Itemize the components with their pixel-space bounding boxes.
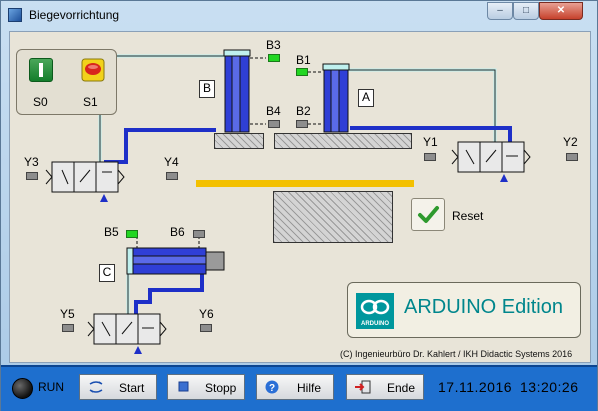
help-button[interactable]: ? Hilfe xyxy=(256,374,334,400)
valve-y4-label: Y4 xyxy=(164,155,179,169)
date-display: 17.11.2016 xyxy=(438,379,513,395)
reset-label: Reset xyxy=(452,209,484,223)
cylinder-a xyxy=(322,63,350,133)
window-title: Biegevorrichtung xyxy=(29,8,120,22)
valve-y6-label: Y6 xyxy=(199,307,214,321)
support-block-left xyxy=(214,133,264,149)
s0-switch-button[interactable] xyxy=(29,58,53,82)
end-button[interactable]: Ende xyxy=(346,374,424,400)
help-label: Hilfe xyxy=(297,381,322,395)
stop-button[interactable]: Stopp xyxy=(167,374,245,400)
s1-label: S1 xyxy=(83,95,98,109)
switch-panel: S0 S1 xyxy=(16,49,117,115)
svg-text:?: ? xyxy=(269,383,275,394)
sensor-b4-label: B4 xyxy=(266,104,281,118)
valve-y4-indicator xyxy=(166,172,178,180)
valve-y3-label: Y3 xyxy=(24,155,39,169)
run-label: RUN xyxy=(38,380,64,394)
cylinder-b xyxy=(223,49,251,133)
sensor-b6-label: B6 xyxy=(170,225,185,239)
s1-emergency-button[interactable] xyxy=(81,58,105,82)
app-window: Biegevorrichtung – □ ✕ S0 S1 B A C B3 B1… xyxy=(0,0,598,411)
process-panel: S0 S1 B A C B3 B1 B4 B2 B5 B6 Y3 Y4 Y1 Y… xyxy=(9,31,591,363)
bending-block xyxy=(273,191,393,243)
sensor-b2-indicator xyxy=(296,120,308,128)
end-label: Ende xyxy=(387,381,416,395)
cylinder-c xyxy=(126,247,225,275)
valve-y5-label: Y5 xyxy=(60,307,75,321)
sensor-b3-label: B3 xyxy=(266,38,281,52)
start-label: Start xyxy=(119,381,145,395)
valve-y1-label: Y1 xyxy=(423,135,438,149)
workpiece-bar xyxy=(196,180,414,187)
valve-y6-indicator xyxy=(200,324,212,332)
valve-y1-y2 xyxy=(451,141,531,182)
valve-y5-indicator xyxy=(62,324,74,332)
cylinder-a-label: A xyxy=(358,89,374,107)
stop-label: Stopp xyxy=(205,381,237,395)
start-button[interactable]: Start xyxy=(79,374,157,400)
cylinder-b-label: B xyxy=(199,80,215,98)
sensor-b6-indicator xyxy=(193,230,205,238)
stop-square-icon xyxy=(178,381,189,392)
exit-icon xyxy=(355,380,371,394)
close-button[interactable]: ✕ xyxy=(539,2,583,20)
app-icon xyxy=(8,8,22,22)
checkmark-icon xyxy=(418,206,439,223)
arduino-brand-panel: ARDUINO ARDUINO Edition xyxy=(347,282,581,338)
valve-y2-label: Y2 xyxy=(563,135,578,149)
support-block-right xyxy=(274,133,412,149)
s0-label: S0 xyxy=(33,95,48,109)
valve-y3-y4 xyxy=(45,161,125,202)
valve-y5-y6 xyxy=(87,313,167,354)
time-display: 13:20:26 xyxy=(520,379,579,395)
sensor-b2-label: B2 xyxy=(296,104,311,118)
sensor-b3-indicator xyxy=(268,54,280,62)
valve-y1-indicator xyxy=(424,153,436,161)
minimize-button[interactable]: – xyxy=(487,2,513,20)
help-icon: ? xyxy=(265,380,279,394)
cycle-icon xyxy=(89,381,103,393)
sensor-b4-indicator xyxy=(268,120,280,128)
sensor-b5-label: B5 xyxy=(104,225,119,239)
reset-button[interactable] xyxy=(411,198,445,231)
maximize-button[interactable]: □ xyxy=(513,2,539,20)
brand-title: ARDUINO Edition xyxy=(404,296,563,318)
copyright-text: (C) Ingenieurbüro Dr. Kahlert / IKH Dida… xyxy=(340,349,573,359)
valve-y2-indicator xyxy=(566,153,578,161)
arduino-logo: ARDUINO xyxy=(356,293,394,329)
sensor-b1-label: B1 xyxy=(296,53,311,67)
valve-y3-indicator xyxy=(26,172,38,180)
sensor-b1-indicator xyxy=(296,68,308,76)
control-bar: RUN Start Stopp ? Hilfe Ende 17.11.2016 … xyxy=(1,365,597,411)
run-indicator-lamp xyxy=(12,378,33,399)
cylinder-c-label: C xyxy=(99,264,115,282)
sensor-b5-indicator xyxy=(126,230,138,238)
title-bar: Biegevorrichtung – □ ✕ xyxy=(1,1,597,30)
svg-text:ARDUINO: ARDUINO xyxy=(361,321,389,327)
